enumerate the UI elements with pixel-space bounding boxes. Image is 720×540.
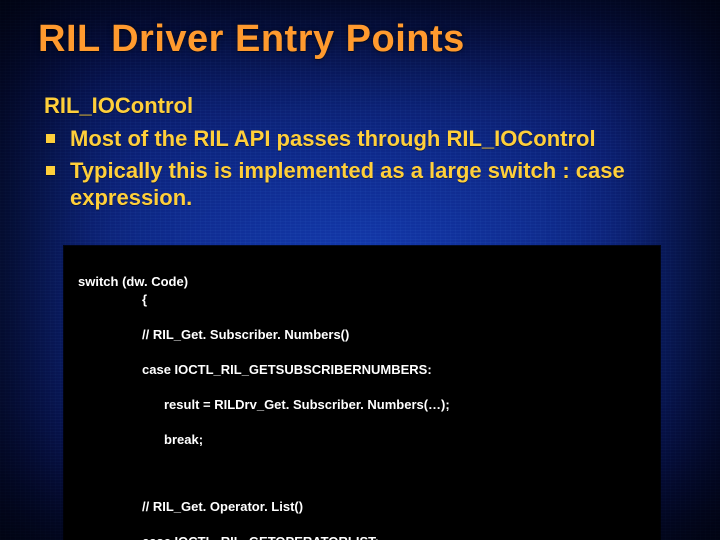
code-line: { — [78, 291, 646, 309]
bullet-list: Most of the RIL API passes through RIL_I… — [44, 125, 676, 212]
bullet-item: Most of the RIL API passes through RIL_I… — [44, 125, 676, 153]
code-line: // RIL_Get. Subscriber. Numbers() — [78, 326, 646, 344]
code-line: case IOCTL_RIL_GETSUBSCRIBERNUMBERS: — [78, 361, 646, 379]
code-block: switch (dw. Code) { // RIL_Get. Subscrib… — [64, 246, 660, 540]
code-line: case IOCTL_RIL_GETOPERATORLIST: — [78, 533, 646, 540]
code-line: result = RILDrv_Get. Subscriber. Numbers… — [78, 396, 646, 414]
subheading: RIL_IOControl — [44, 93, 676, 119]
code-blank-line — [78, 466, 646, 480]
slide: RIL Driver Entry Points RIL_IOControl Mo… — [0, 0, 720, 540]
bullet-item: Typically this is implemented as a large… — [44, 157, 676, 212]
slide-content: RIL_IOControl Most of the RIL API passes… — [38, 93, 682, 540]
code-line: break; — [78, 431, 646, 449]
code-line: // RIL_Get. Operator. List() — [78, 498, 646, 516]
page-title: RIL Driver Entry Points — [38, 18, 682, 61]
code-line: switch (dw. Code) — [78, 274, 188, 289]
